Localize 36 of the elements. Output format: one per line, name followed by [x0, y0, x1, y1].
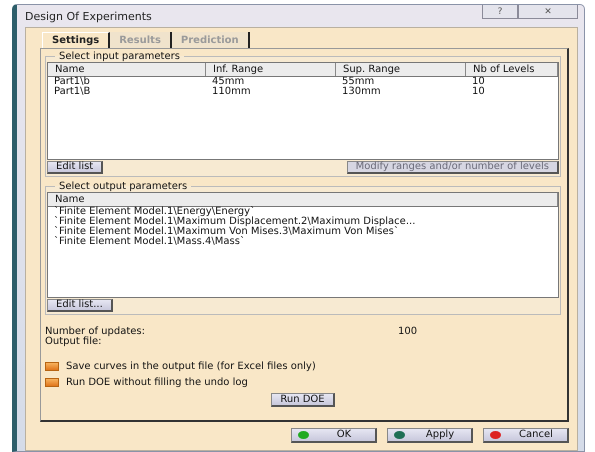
- checkbox[interactable]: [45, 378, 59, 387]
- table-cell-text: 110mm: [211, 87, 252, 97]
- ok-button[interactable]: OK: [291, 428, 377, 443]
- table-cell-text: Part1\b: [53, 77, 91, 87]
- updates-value: 100: [398, 327, 418, 337]
- group-title: Select output parameters: [58, 181, 188, 192]
- list-item[interactable]: `Finite Element Model.1\Mass.4\Mass`: [48, 237, 245, 247]
- output-file-label: Output file:: [45, 337, 102, 347]
- cancel-button[interactable]: Cancel: [483, 428, 569, 443]
- group-title: Select input parameters: [58, 51, 181, 62]
- option-label: Save curves in the output file (for Excel files only): [66, 361, 316, 372]
- checkbox[interactable]: [45, 362, 59, 371]
- table-cell-text: 45mm: [211, 77, 244, 87]
- list-item[interactable]: `Finite Element Model.1\Maximum Displacement.2\Maximum Displace...: [48, 217, 416, 227]
- edit-list-button[interactable]: Edit list...: [47, 299, 113, 312]
- tab[interactable]: Settings: [42, 32, 110, 48]
- column-header[interactable]: Nb of Levels: [466, 63, 558, 76]
- table-cell-text: Part1\B: [53, 87, 92, 97]
- updates-label: Number of updates:: [45, 327, 145, 337]
- table-cell-text: 10: [471, 87, 486, 97]
- list-item[interactable]: `Finite Element Model.1\Maximum Von Mises.3\Maximum Von Mises`: [48, 227, 399, 237]
- window-title: Design Of Experiments: [25, 10, 152, 22]
- table-cell-text: 10: [471, 77, 486, 87]
- run-doe-button[interactable]: Run DOE: [271, 393, 335, 407]
- table-cell-text: 130mm: [341, 87, 382, 97]
- list-item[interactable]: `Finite Element Model.1\Energy\Energy`: [48, 207, 256, 217]
- column-header[interactable]: Name: [48, 63, 206, 76]
- column-header[interactable]: Inf. Range: [206, 63, 336, 76]
- apply-button[interactable]: Apply: [387, 428, 473, 443]
- column-header[interactable]: Name: [48, 193, 558, 206]
- column-header[interactable]: Sup. Range: [336, 63, 466, 76]
- help-button[interactable]: ?: [482, 5, 518, 19]
- edit-list-button[interactable]: Edit list: [47, 161, 104, 174]
- option-label: Run DOE without filling the undo log: [66, 377, 248, 388]
- close-button[interactable]: ✕: [518, 5, 578, 19]
- table-cell-text: 55mm: [341, 77, 374, 87]
